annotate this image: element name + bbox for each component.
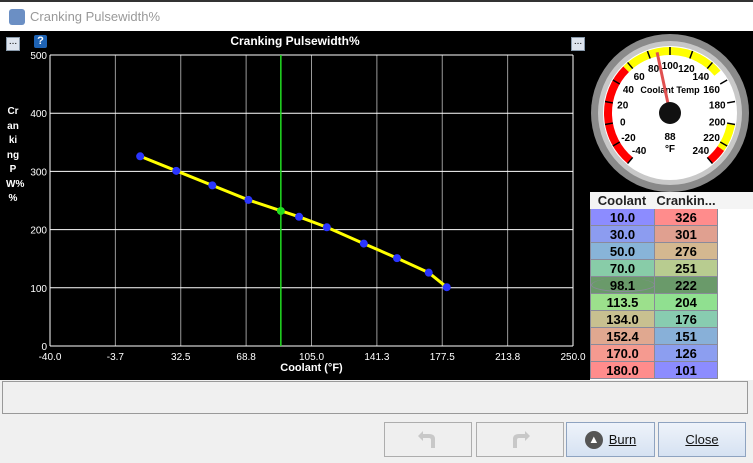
- x-tick-label: 32.5: [171, 352, 191, 363]
- table-row[interactable]: 30.0 301: [590, 226, 753, 243]
- current-point: [276, 206, 285, 215]
- y-tick-label: 500: [30, 51, 47, 62]
- x-tick-label: 105.0: [299, 352, 324, 363]
- coolant-gauge: -40-20020406080 100 120140160180200220240C…: [591, 34, 749, 192]
- table-row[interactable]: 134.0 176: [590, 311, 753, 328]
- cranking-cell[interactable]: 101: [654, 362, 718, 379]
- close-label: Close: [685, 432, 719, 447]
- table-row[interactable]: 152.4 151: [590, 328, 753, 345]
- column-header-cranking[interactable]: Crankin...: [654, 192, 718, 209]
- table-row[interactable]: 180.0 101: [590, 362, 753, 379]
- gauge-label: 0: [620, 117, 626, 128]
- gauge-label: 80: [648, 64, 660, 75]
- cranking-cell[interactable]: 251: [654, 260, 718, 277]
- data-point: [136, 152, 145, 161]
- close-button[interactable]: Close: [658, 422, 746, 457]
- x-tick-label: 68.8: [236, 352, 256, 363]
- coolant-cell[interactable]: 180.0: [590, 362, 654, 379]
- gauge-label: 220: [703, 133, 720, 144]
- y-tick-label: 300: [30, 167, 47, 178]
- cranking-cell[interactable]: 276: [654, 243, 718, 260]
- coolant-cell[interactable]: 10.0: [590, 209, 654, 226]
- cranking-cell[interactable]: 204: [654, 294, 718, 311]
- cranking-cell[interactable]: 222: [654, 277, 718, 294]
- data-point: [424, 268, 433, 277]
- table-row[interactable]: 113.5 204: [590, 294, 753, 311]
- data-point: [295, 212, 304, 221]
- coolant-cell[interactable]: 98.1: [590, 277, 654, 294]
- data-point: [322, 223, 331, 232]
- x-tick-label: -40.0: [39, 352, 62, 363]
- table-header: Coolant Crankin...: [590, 192, 753, 209]
- cranking-cell[interactable]: 301: [654, 226, 718, 243]
- burn-button[interactable]: ▲ Burn: [566, 422, 655, 457]
- gauge-label: 160: [703, 85, 720, 96]
- coolant-cell[interactable]: 134.0: [590, 311, 654, 328]
- table-row[interactable]: 170.0 126: [590, 345, 753, 362]
- gauge-label: 20: [617, 101, 629, 112]
- cranking-cell[interactable]: 126: [654, 345, 718, 362]
- coolant-cell[interactable]: 30.0: [590, 226, 654, 243]
- cranking-cell[interactable]: 326: [654, 209, 718, 226]
- gauge-label: 140: [693, 72, 710, 83]
- redo-icon: [513, 430, 530, 448]
- flame-icon: ▲: [584, 430, 603, 449]
- gauge-value: 88: [664, 132, 676, 143]
- table-row[interactable]: 70.0 251: [590, 260, 753, 277]
- gauge-label: 40: [623, 85, 635, 96]
- data-point: [359, 239, 368, 248]
- status-bar: [2, 381, 748, 414]
- gauge-label: 60: [634, 72, 646, 83]
- gauge-unit: °F: [665, 144, 675, 155]
- y-tick-label: 100: [30, 284, 47, 295]
- coolant-cell[interactable]: 170.0: [590, 345, 654, 362]
- column-header-coolant[interactable]: Coolant: [590, 192, 654, 209]
- gauge-panel: -40 -20 0 20 40 60 80 100 120 140 160 180 200 220 240 C…: [590, 31, 753, 192]
- coolant-cell[interactable]: 50.0: [590, 243, 654, 260]
- gauge-label: 200: [709, 117, 726, 128]
- x-tick-label: 250.0: [560, 352, 585, 363]
- x-tick-label: -3.7: [107, 352, 125, 363]
- data-point: [392, 254, 401, 263]
- cranking-cell[interactable]: 176: [654, 311, 718, 328]
- data-point: [172, 166, 181, 175]
- y-tick-label: 200: [30, 226, 47, 237]
- gauge-title: Coolant Temp: [640, 85, 700, 95]
- coolant-cell[interactable]: 70.0: [590, 260, 654, 277]
- gauge-hub: [659, 102, 681, 124]
- undo-button[interactable]: [384, 422, 472, 457]
- table-row[interactable]: 98.1 222: [590, 277, 753, 294]
- x-tick-label: 177.5: [430, 352, 455, 363]
- burn-label: Burn: [608, 432, 637, 447]
- x-tick-label: 213.8: [495, 352, 520, 363]
- coolant-cell[interactable]: 152.4: [590, 328, 654, 345]
- curve-line: [139, 154, 448, 289]
- gauge-label: 180: [709, 101, 726, 112]
- gauge-label: 240: [693, 146, 710, 157]
- table-row[interactable]: 50.0 276: [590, 243, 753, 260]
- table-row[interactable]: 10.0 326: [590, 209, 753, 226]
- y-tick-label: 400: [30, 109, 47, 120]
- x-tick-label: 141.3: [364, 352, 389, 363]
- cranking-cell[interactable]: 151: [654, 328, 718, 345]
- gauge-label: -40: [632, 146, 647, 157]
- chart-plot[interactable]: -40.0 -3.7 32.5 68.8 105.0 141.3 177.5 213.8 250…: [0, 0, 590, 380]
- undo-icon: [418, 430, 435, 448]
- gauge-label: -20: [621, 133, 636, 144]
- curve-table: Coolant Crankin... 10.0 326 30.0 301 50.0 276…: [590, 192, 753, 380]
- data-point: [208, 181, 217, 190]
- data-point: [244, 195, 253, 204]
- redo-button[interactable]: [476, 422, 564, 457]
- coolant-cell[interactable]: 113.5: [590, 294, 654, 311]
- gauge-label: 100: [662, 61, 679, 72]
- data-point: [442, 283, 451, 292]
- y-tick-label: 0: [41, 342, 47, 353]
